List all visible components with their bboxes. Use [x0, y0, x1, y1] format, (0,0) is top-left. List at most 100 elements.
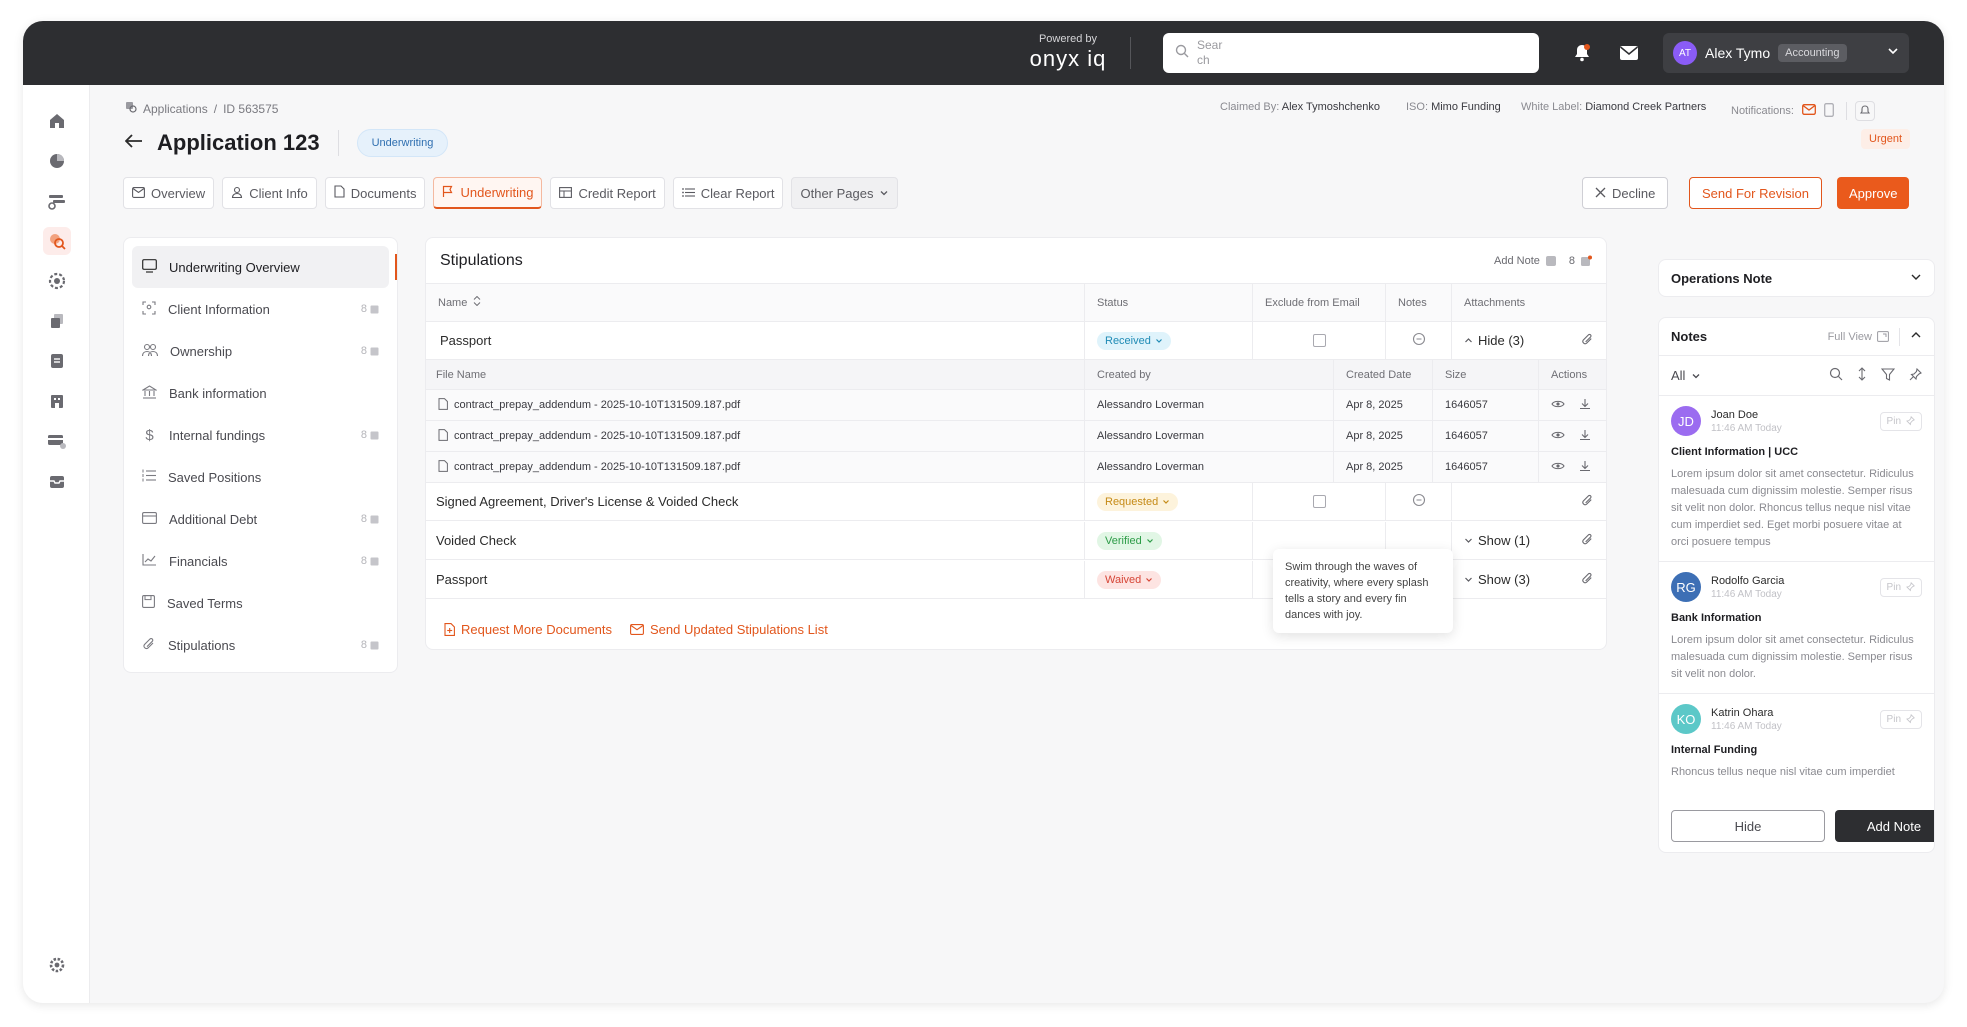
side-item-additional-debt[interactable]: Additional Debt 8 [132, 498, 389, 540]
status-dropdown[interactable]: Requested [1097, 492, 1179, 511]
status-dropdown[interactable]: Waived [1097, 570, 1162, 589]
search-input[interactable]: Search [1163, 33, 1539, 73]
settings-icon[interactable] [43, 951, 71, 979]
view-eye-icon[interactable] [1551, 461, 1565, 474]
operations-note-panel[interactable]: Operations Note [1658, 259, 1935, 297]
tab-credit-report[interactable]: Credit Report [550, 177, 665, 209]
payments-card-icon[interactable] [43, 427, 71, 455]
file-name[interactable]: contract_prepay_addendum - 2025-10-10T13… [454, 399, 740, 411]
file-row[interactable]: contract_prepay_addendum - 2025-10-10T13… [426, 452, 1606, 483]
avatar: KO [1671, 704, 1701, 734]
request-more-documents-button[interactable]: Request More Documents [444, 622, 612, 637]
comment-icon[interactable] [1412, 332, 1426, 349]
settings-gear-icon[interactable] [43, 267, 71, 295]
tab-clear-report[interactable]: Clear Report [672, 177, 784, 209]
filter-funnel-icon[interactable] [1880, 367, 1896, 384]
note-item[interactable]: JD Joan Doe 11:46 AM Today Pin Client Inf… [1659, 396, 1934, 562]
sms-notification-icon[interactable] [1824, 102, 1834, 120]
tab-documents[interactable]: Documents [324, 177, 426, 209]
hide-notes-button[interactable]: Hide [1671, 810, 1825, 842]
email-notification-icon[interactable] [1802, 104, 1816, 118]
column-name[interactable]: Name [426, 284, 1085, 321]
inbox-icon[interactable] [43, 467, 71, 495]
paperclip-icon[interactable] [1581, 572, 1594, 588]
add-note-button[interactable]: Add Note [1494, 255, 1557, 267]
tab-other-pages[interactable]: Other Pages [791, 177, 899, 209]
show-attachments-toggle[interactable]: Show (1) [1464, 533, 1530, 548]
breadcrumb-applications[interactable]: Applications [143, 102, 208, 116]
pipeline-icon[interactable] [43, 187, 71, 215]
send-updated-list-button[interactable]: Send Updated Stipulations List [630, 622, 828, 637]
file-name[interactable]: contract_prepay_addendum - 2025-10-10T13… [454, 461, 740, 473]
note-item[interactable]: RG Rodolfo Garcia 11:46 AM Today Pin Bank… [1659, 562, 1934, 694]
note-body: Rhoncus tellus neque nisl vitae cum impe… [1671, 766, 1895, 778]
building-icon[interactable] [43, 387, 71, 415]
table-row[interactable]: Passport Received Hide (3) [426, 322, 1606, 360]
paperclip-icon[interactable] [1581, 533, 1594, 549]
download-icon[interactable] [1579, 429, 1591, 444]
documents-icon[interactable] [43, 307, 71, 335]
notes-icon[interactable] [43, 347, 71, 375]
table-row[interactable]: Signed Agreement, Driver's License & Voi… [426, 483, 1606, 521]
status-dropdown[interactable]: Received [1097, 331, 1171, 350]
tab-overview[interactable]: Overview [123, 177, 215, 209]
side-item-bank-information[interactable]: Bank information [132, 372, 389, 414]
exclude-checkbox[interactable] [1312, 495, 1326, 508]
file-row[interactable]: contract_prepay_addendum - 2025-10-10T13… [426, 390, 1606, 421]
download-icon[interactable] [1579, 398, 1591, 413]
user-menu[interactable]: AT Alex Tymo Accounting [1663, 33, 1909, 73]
hide-attachments-toggle[interactable]: Hide (3) [1464, 333, 1524, 348]
note-author: Katrin Ohara [1711, 706, 1774, 719]
side-item-stipulations[interactable]: Stipulations 8 [132, 624, 389, 666]
breadcrumb: Applications / ID 563575 [125, 101, 278, 116]
exclude-checkbox[interactable] [1312, 334, 1326, 347]
approve-button[interactable]: Approve [1837, 177, 1910, 209]
notes-filter-select[interactable]: All [1671, 368, 1701, 383]
show-attachments-toggle[interactable]: Show (3) [1464, 572, 1530, 587]
send-for-revision-button[interactable]: Send For Revision [1689, 177, 1822, 209]
chevron-up-icon[interactable] [1910, 329, 1922, 344]
paperclip-icon[interactable] [1581, 494, 1594, 510]
sort-vertical-icon[interactable] [1857, 367, 1867, 384]
tab-client-info[interactable]: Client Info [222, 177, 317, 209]
search-icon [1175, 44, 1189, 63]
side-item-client-information[interactable]: Client Information 8 [132, 288, 389, 330]
view-eye-icon[interactable] [1551, 399, 1565, 412]
chart-pie-icon[interactable] [43, 147, 71, 175]
file-name[interactable]: contract_prepay_addendum - 2025-10-10T13… [454, 430, 740, 442]
role-badge: Accounting [1778, 44, 1847, 62]
status-dropdown[interactable]: Verified [1097, 531, 1162, 550]
view-eye-icon[interactable] [1551, 430, 1565, 443]
back-arrow-icon[interactable] [124, 133, 143, 153]
download-icon[interactable] [1579, 460, 1591, 475]
paperclip-icon[interactable] [1581, 333, 1594, 349]
side-item-underwriting-overview[interactable]: Underwriting Overview [132, 246, 397, 288]
pin-icon[interactable] [1909, 367, 1922, 384]
decline-button[interactable]: Decline [1582, 177, 1669, 209]
side-item-saved-positions[interactable]: Saved Positions [132, 456, 389, 498]
comment-icon[interactable] [1412, 493, 1426, 510]
pin-button[interactable]: Pin [1879, 709, 1922, 729]
side-item-saved-terms[interactable]: Saved Terms [132, 582, 389, 624]
notifications-bell-icon[interactable] [1568, 39, 1596, 67]
bell-settings-icon[interactable] [1854, 101, 1875, 121]
note-item[interactable]: KO Katrin Ohara 11:46 AM Today Pin Intern… [1659, 694, 1934, 791]
add-note-button[interactable]: Add Note [1835, 810, 1934, 842]
side-item-internal-fundings[interactable]: $ Internal fundings 8 [132, 414, 389, 456]
page-header: Application 123 Underwriting [124, 129, 449, 157]
side-item-financials[interactable]: Financials 8 [132, 540, 389, 582]
file-row[interactable]: contract_prepay_addendum - 2025-10-10T13… [426, 421, 1606, 452]
search-icon[interactable] [1829, 367, 1843, 384]
pin-button[interactable]: Pin [1879, 577, 1922, 597]
side-item-ownership[interactable]: Ownership 8 [132, 330, 389, 372]
table-header: Name Status Exclude from Email Notes Att… [426, 284, 1606, 322]
note-count-badge[interactable]: 8 [1569, 255, 1592, 267]
home-icon[interactable] [43, 107, 71, 135]
list-icon [681, 186, 695, 201]
tab-underwriting[interactable]: Underwriting [433, 177, 543, 209]
underwriting-search-icon[interactable] [43, 227, 71, 255]
note-timestamp: 11:46 AM Today [1711, 588, 1782, 600]
mail-icon[interactable] [1615, 39, 1643, 67]
full-view-button[interactable]: Full View [1828, 331, 1889, 343]
pin-button[interactable]: Pin [1879, 411, 1922, 431]
